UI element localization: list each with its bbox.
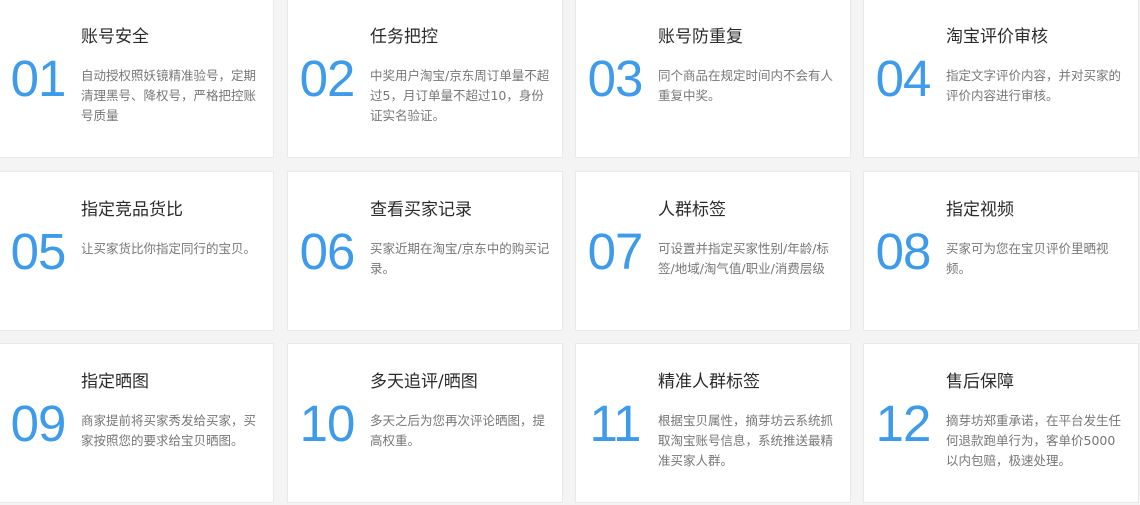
- feature-card-review-audit: 04 淘宝评价审核 指定文字评价内容，并对买家的评价内容进行审核。: [863, 0, 1139, 158]
- feature-description: 可设置并指定买家性别/年龄/标签/地域/淘气值/职业/消费层级: [658, 241, 829, 276]
- feature-number: 03: [587, 50, 644, 107]
- feature-number: 01: [10, 50, 67, 107]
- feature-number: 08: [875, 223, 932, 280]
- feature-title: 查看买家记录: [370, 200, 472, 220]
- feature-number: 11: [589, 395, 642, 452]
- feature-card-photo-review: 09 指定晒图 商家提前将买家秀发给买家，买家按照您的要求给宝贝晒图。: [0, 343, 274, 503]
- feature-number: 05: [10, 223, 67, 280]
- feature-description: 摘芽坊郑重承诺，在平台发生任何退款跑单行为，客单价5000以内包赔，极速处理。: [946, 413, 1122, 468]
- feature-card-anti-duplicate: 03 账号防重复 同个商品在规定时间内不会有人重复中奖。: [575, 0, 851, 158]
- feature-description: 买家可为您在宝贝评价里晒视频。: [946, 241, 1109, 276]
- feature-description: 指定文字评价内容，并对买家的评价内容进行审核。: [946, 68, 1122, 103]
- feature-description: 多天之后为您再次评论晒图，提高权重。: [370, 413, 546, 448]
- feature-number: 10: [299, 395, 356, 452]
- feature-card-account-security: 01 账号安全 自动授权照妖镜精准验号，定期清理黑号、降权号，严格把控账号质量: [0, 0, 274, 158]
- feature-description: 自动授权照妖镜精准验号，定期清理黑号、降权号，严格把控账号质量: [81, 68, 257, 123]
- feature-card-video-review: 08 指定视频 买家可为您在宝贝评价里晒视频。: [863, 171, 1139, 331]
- feature-number: 12: [875, 395, 932, 452]
- feature-title: 指定竞品货比: [81, 200, 183, 220]
- feature-description: 商家提前将买家秀发给买家，买家按照您的要求给宝贝晒图。: [81, 413, 257, 448]
- feature-title: 账号防重复: [658, 27, 743, 47]
- feature-description: 买家近期在淘宝/京东中的购买记录。: [370, 241, 550, 276]
- feature-card-audience-tags: 07 人群标签 可设置并指定买家性别/年龄/标签/地域/淘气值/职业/消费层级: [575, 171, 851, 331]
- feature-title: 任务把控: [370, 27, 438, 47]
- feature-title: 账号安全: [81, 27, 149, 47]
- feature-title: 售后保障: [946, 372, 1014, 392]
- feature-description: 同个商品在规定时间内不会有人重复中奖。: [658, 68, 834, 103]
- feature-card-after-sales: 12 售后保障 摘芽坊郑重承诺，在平台发生任何退款跑单行为，客单价5000以内包…: [863, 343, 1139, 503]
- feature-card-followup-review: 10 多天追评/晒图 多天之后为您再次评论晒图，提高权重。: [287, 343, 563, 503]
- feature-card-buyer-records: 06 查看买家记录 买家近期在淘宝/京东中的购买记录。: [287, 171, 563, 331]
- feature-card-competitor-compare: 05 指定竞品货比 让买家货比你指定同行的宝贝。: [0, 171, 274, 331]
- feature-description: 让买家货比你指定同行的宝贝。: [81, 241, 257, 256]
- feature-title: 精准人群标签: [658, 372, 760, 392]
- feature-description: 根据宝贝属性，摘芽坊云系统抓取淘宝账号信息，系统推送最精准买家人群。: [658, 413, 834, 468]
- feature-number: 02: [299, 50, 356, 107]
- feature-number: 06: [299, 223, 356, 280]
- feature-title: 淘宝评价审核: [946, 27, 1048, 47]
- feature-description: 中奖用户淘宝/京东周订单量不超过5，月订单量不超过10，身份证实名验证。: [370, 68, 550, 123]
- feature-card-precise-audience: 11 精准人群标签 根据宝贝属性，摘芽坊云系统抓取淘宝账号信息，系统推送最精准买…: [575, 343, 851, 503]
- feature-number: 07: [587, 223, 644, 280]
- feature-grid: 01 账号安全 自动授权照妖镜精准验号，定期清理黑号、降权号，严格把控账号质量 …: [0, 0, 1140, 505]
- feature-title: 指定视频: [946, 200, 1014, 220]
- feature-title: 人群标签: [658, 200, 726, 220]
- feature-number: 04: [875, 50, 932, 107]
- feature-card-task-control: 02 任务把控 中奖用户淘宝/京东周订单量不超过5，月订单量不超过10，身份证实…: [287, 0, 563, 158]
- feature-number: 09: [10, 395, 67, 452]
- feature-title: 多天追评/晒图: [370, 372, 478, 392]
- feature-title: 指定晒图: [81, 372, 149, 392]
